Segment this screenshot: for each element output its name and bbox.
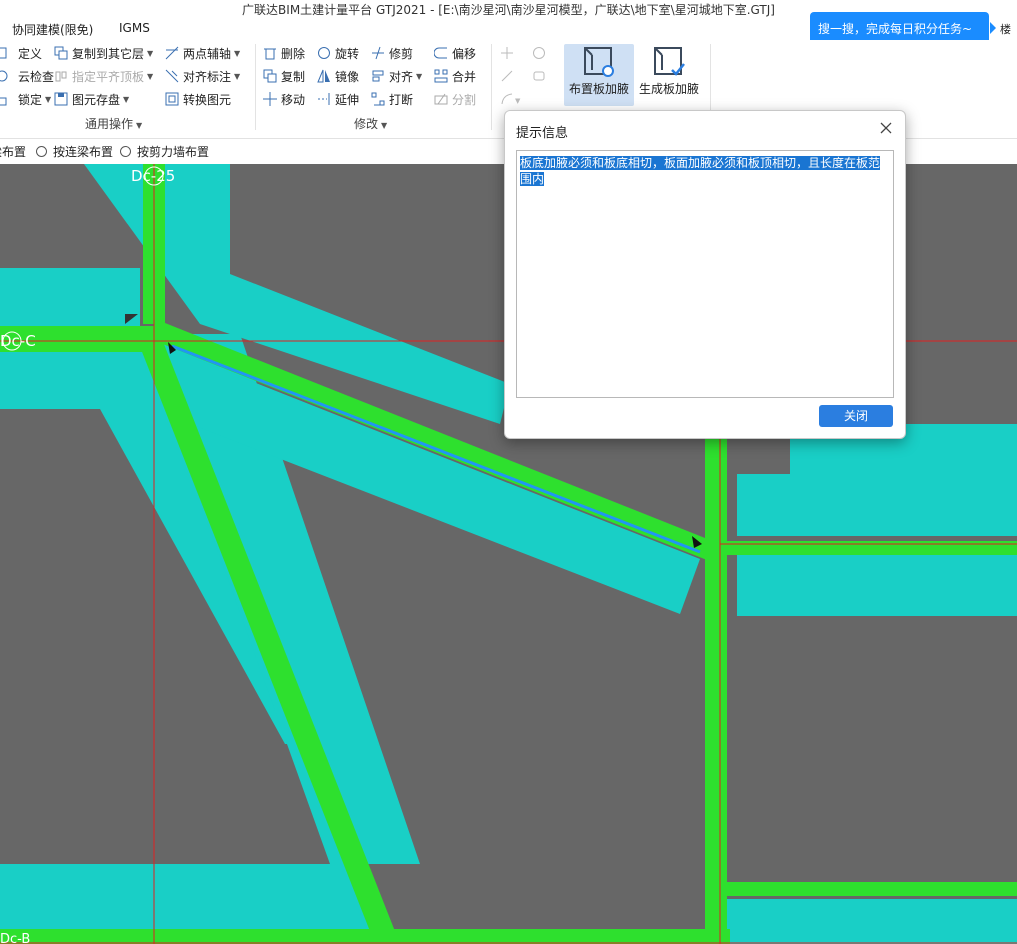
break-icon <box>371 92 385 106</box>
place-haunch-icon <box>584 47 614 77</box>
offset-icon <box>434 46 448 60</box>
copy-icon <box>263 69 277 83</box>
group-divider <box>491 44 492 130</box>
extend-icon <box>317 92 331 106</box>
two-point-axis-icon <box>165 46 179 60</box>
mirror-icon <box>317 69 331 83</box>
notification-text: 搜一搜，完成每日积分任务~ <box>818 21 973 36</box>
save-element-button[interactable]: 图元存盘 ▼ <box>54 89 129 109</box>
align-icon <box>371 69 385 83</box>
rotate-icon <box>317 46 331 60</box>
break-button[interactable]: 打断 <box>371 89 413 109</box>
prompt-dialog: 提示信息 板底加腋必须和板底相切，板面加腋必须和板顶相切，且长度在板范围内 关闭 <box>504 110 906 439</box>
extend-button[interactable]: 延伸 <box>317 89 359 109</box>
save-element-icon <box>54 92 68 106</box>
radio-shear-wall[interactable] <box>120 146 131 157</box>
copy-to-floor-button[interactable]: 复制到其它层 ▼ <box>54 43 153 63</box>
dialog-title: 提示信息 <box>516 126 569 141</box>
split-icon <box>434 92 448 106</box>
align-dimension-icon <box>165 69 179 83</box>
trash-icon <box>263 46 277 60</box>
offset-button[interactable]: 偏移 <box>434 43 476 63</box>
line-draw-icon[interactable] <box>500 66 514 86</box>
move-button[interactable]: 移动 <box>263 89 305 109</box>
tab-collab[interactable]: 协同建模(限免) <box>12 21 93 38</box>
axis-label-dcb: Dc-B <box>0 932 31 944</box>
dialog-message-box[interactable]: 板底加腋必须和板底相切，板面加腋必须和板顶相切，且长度在板范围内 <box>516 150 894 398</box>
dialog-close-icon[interactable] <box>877 119 895 137</box>
lock-icon <box>0 92 14 106</box>
cloud-check-button[interactable]: 云检查 <box>0 66 54 86</box>
two-point-axis-button[interactable]: 两点辅轴 ▼ <box>165 43 240 63</box>
align-button[interactable]: 对齐 ▼ <box>371 66 422 86</box>
delete-button[interactable]: 删除 <box>263 43 305 63</box>
convert-element-icon <box>165 92 179 106</box>
rotate-point-icon[interactable] <box>532 43 546 63</box>
radio-coupling-beam[interactable] <box>36 146 47 157</box>
copy-button[interactable]: 复制 <box>263 66 305 86</box>
general-ops-group-label[interactable]: 通用操作 ▼ <box>85 115 142 132</box>
split-button[interactable]: 分割 <box>434 89 476 109</box>
mirror-button[interactable]: 镜像 <box>317 66 359 86</box>
generate-haunch-icon <box>654 47 685 76</box>
define-button[interactable]: 定义 <box>0 43 42 63</box>
option-beam[interactable]: 梁布置 <box>0 143 26 160</box>
option-coupling-beam[interactable]: 按连梁布置 <box>36 143 113 160</box>
trim-icon <box>371 46 385 60</box>
merge-button[interactable]: 合并 <box>434 66 476 86</box>
svg-text:▼: ▼ <box>515 97 521 105</box>
rotate-button[interactable]: 旋转 <box>317 43 359 63</box>
dialog-message: 板底加腋必须和板底相切，板面加腋必须和板顶相切，且长度在板范围内 <box>520 156 881 186</box>
align-top-slab-button[interactable]: 指定平齐顶板 ▼ <box>54 66 153 86</box>
point-draw-icon[interactable] <box>500 43 514 63</box>
dialog-close-button[interactable]: 关闭 <box>819 405 893 427</box>
merge-icon <box>434 69 448 83</box>
align-dimension-button[interactable]: 对齐标注 ▼ <box>165 66 240 86</box>
option-shear-wall[interactable]: 按剪力墙布置 <box>120 143 209 160</box>
convert-element-button[interactable]: 转换图元 <box>165 89 231 109</box>
axis-label-dcc: Dc-C <box>0 332 36 350</box>
tab-igms[interactable]: IGMS <box>119 21 150 35</box>
group-divider <box>255 44 256 130</box>
modify-group-label[interactable]: 修改 ▼ <box>354 115 387 132</box>
move-icon <box>263 92 277 106</box>
axis-label-dc25: Dc-25 <box>131 167 176 185</box>
arc-draw-icon[interactable]: ▼ <box>500 89 522 109</box>
copy-floor-icon <box>54 46 68 60</box>
rect-draw-icon[interactable] <box>532 66 546 86</box>
trim-button[interactable]: 修剪 <box>371 43 413 63</box>
place-slab-haunch-button[interactable]: 布置板加腋 <box>564 44 634 106</box>
align-top-icon <box>54 69 68 83</box>
lock-button[interactable]: 锁定 ▼ <box>0 89 51 109</box>
generate-slab-haunch-button[interactable]: 生成板加腋 <box>634 44 704 106</box>
cloud-check-icon <box>0 69 14 83</box>
define-icon <box>0 46 14 60</box>
